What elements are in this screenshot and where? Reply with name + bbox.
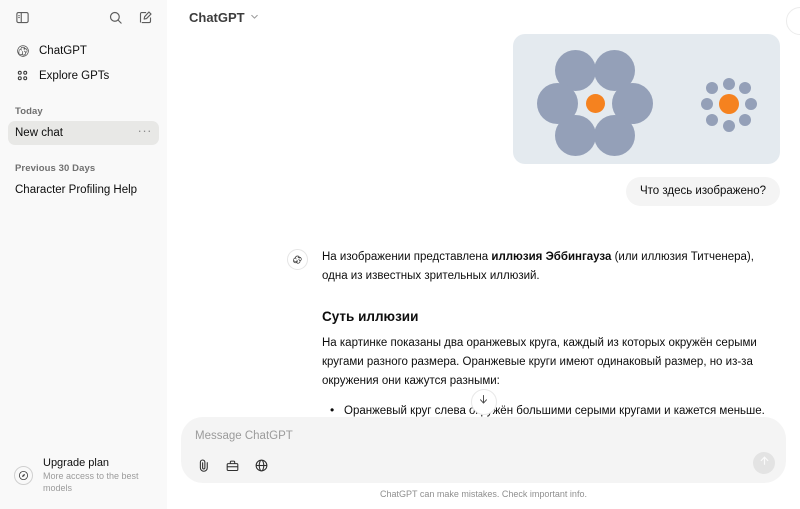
scroll-to-bottom-button[interactable] — [470, 389, 497, 415]
user-message-text: Что здесь изображено? — [625, 177, 780, 206]
orange-circle-left — [586, 94, 605, 113]
user-avatar[interactable] — [786, 7, 800, 35]
model-selector[interactable]: ChatGPT — [183, 7, 266, 28]
new-chat-button[interactable] — [132, 4, 158, 30]
chat-list-item-new-chat[interactable]: New chat ··· — [8, 121, 159, 145]
sidebar: ChatGPT Explore GPTs Today New chat ··· … — [0, 0, 167, 509]
gray-circle-large — [594, 115, 635, 156]
upgrade-plan-button[interactable]: Upgrade plan More access to the best mod… — [9, 453, 158, 498]
sidebar-toolbar — [0, 0, 167, 34]
gray-circle-small — [706, 114, 718, 126]
sidebar-footer: Upgrade plan More access to the best mod… — [0, 445, 167, 509]
intro-bold-term: иллюзия Эббингауза — [491, 251, 612, 263]
composer-toolbar — [195, 457, 772, 474]
send-message-button[interactable] — [753, 452, 775, 474]
sidebar-section-title-previous-30-days: Previous 30 Days — [15, 163, 96, 174]
gray-circle-small — [706, 82, 718, 94]
tools-box-icon[interactable] — [224, 457, 241, 474]
assistant-heading: Суть иллюзии — [322, 309, 419, 324]
composer-region: Message ChatGPT ChatGPT can make mistake… — [167, 417, 800, 509]
intro-text-before: На изображении представлена — [322, 251, 492, 263]
sidebar-nav: ChatGPT Explore GPTs — [0, 34, 167, 88]
gray-circle-small — [723, 120, 735, 132]
top-bar: ChatGPT — [167, 0, 800, 35]
upgrade-text-block: Upgrade plan More access to the best mod… — [43, 457, 153, 494]
disclaimer-text: ChatGPT can make mistakes. Check importa… — [380, 489, 587, 499]
sidebar-section-title-today: Today — [15, 106, 43, 117]
gray-circle-small — [739, 114, 751, 126]
user-message: Что здесь изображено? — [183, 177, 780, 206]
sidebar-toggle-button[interactable] — [9, 4, 35, 30]
orange-circle-right — [719, 94, 739, 114]
gray-circle-small — [723, 78, 735, 90]
openai-logo-icon — [15, 43, 30, 58]
gray-circle-small — [745, 98, 757, 110]
chat-title: Character Profiling Help — [15, 184, 138, 196]
sidebar-item-explore-gpts[interactable]: Explore GPTs — [8, 63, 159, 88]
gray-circle-small — [701, 98, 713, 110]
message-composer[interactable]: Message ChatGPT — [181, 417, 786, 483]
gray-circle-large — [555, 115, 596, 156]
arrow-down-icon — [477, 393, 490, 411]
assistant-intro-paragraph: На изображении представлена иллюзия Эбби… — [322, 248, 780, 286]
main-panel: ChatGPT Что здесь изображено? На изображ… — [167, 0, 800, 509]
sidebar-item-chatgpt[interactable]: ChatGPT — [8, 38, 159, 63]
upgrade-title: Upgrade plan — [43, 457, 110, 469]
chat-list-item-character-profiling-help[interactable]: Character Profiling Help — [8, 178, 159, 202]
globe-search-icon[interactable] — [253, 457, 270, 474]
attach-file-icon[interactable] — [195, 457, 212, 474]
arrow-up-icon — [758, 454, 771, 472]
attached-image-message — [183, 34, 780, 164]
grid-apps-icon — [15, 68, 30, 83]
sidebar-item-label: Explore GPTs — [39, 69, 110, 82]
ebbinghaus-illusion-image[interactable] — [513, 34, 780, 164]
openai-logo-icon — [287, 249, 308, 270]
chat-options-icon[interactable]: ··· — [138, 124, 153, 139]
gray-circle-small — [739, 82, 751, 94]
search-chats-button[interactable] — [102, 4, 128, 30]
chevron-down-icon — [249, 10, 260, 25]
upgrade-sparkle-icon — [14, 466, 33, 485]
sidebar-item-label: ChatGPT — [39, 44, 87, 57]
model-name: ChatGPT — [189, 9, 245, 25]
message-input[interactable]: Message ChatGPT — [195, 428, 772, 444]
chat-title: New chat — [15, 127, 63, 139]
assistant-body-paragraph: На картинке показаны два оранжевых круга… — [322, 337, 757, 387]
chatgpt-app: ChatGPT Explore GPTs Today New chat ··· … — [0, 0, 800, 509]
upgrade-subtitle: More access to the best models — [43, 471, 139, 493]
